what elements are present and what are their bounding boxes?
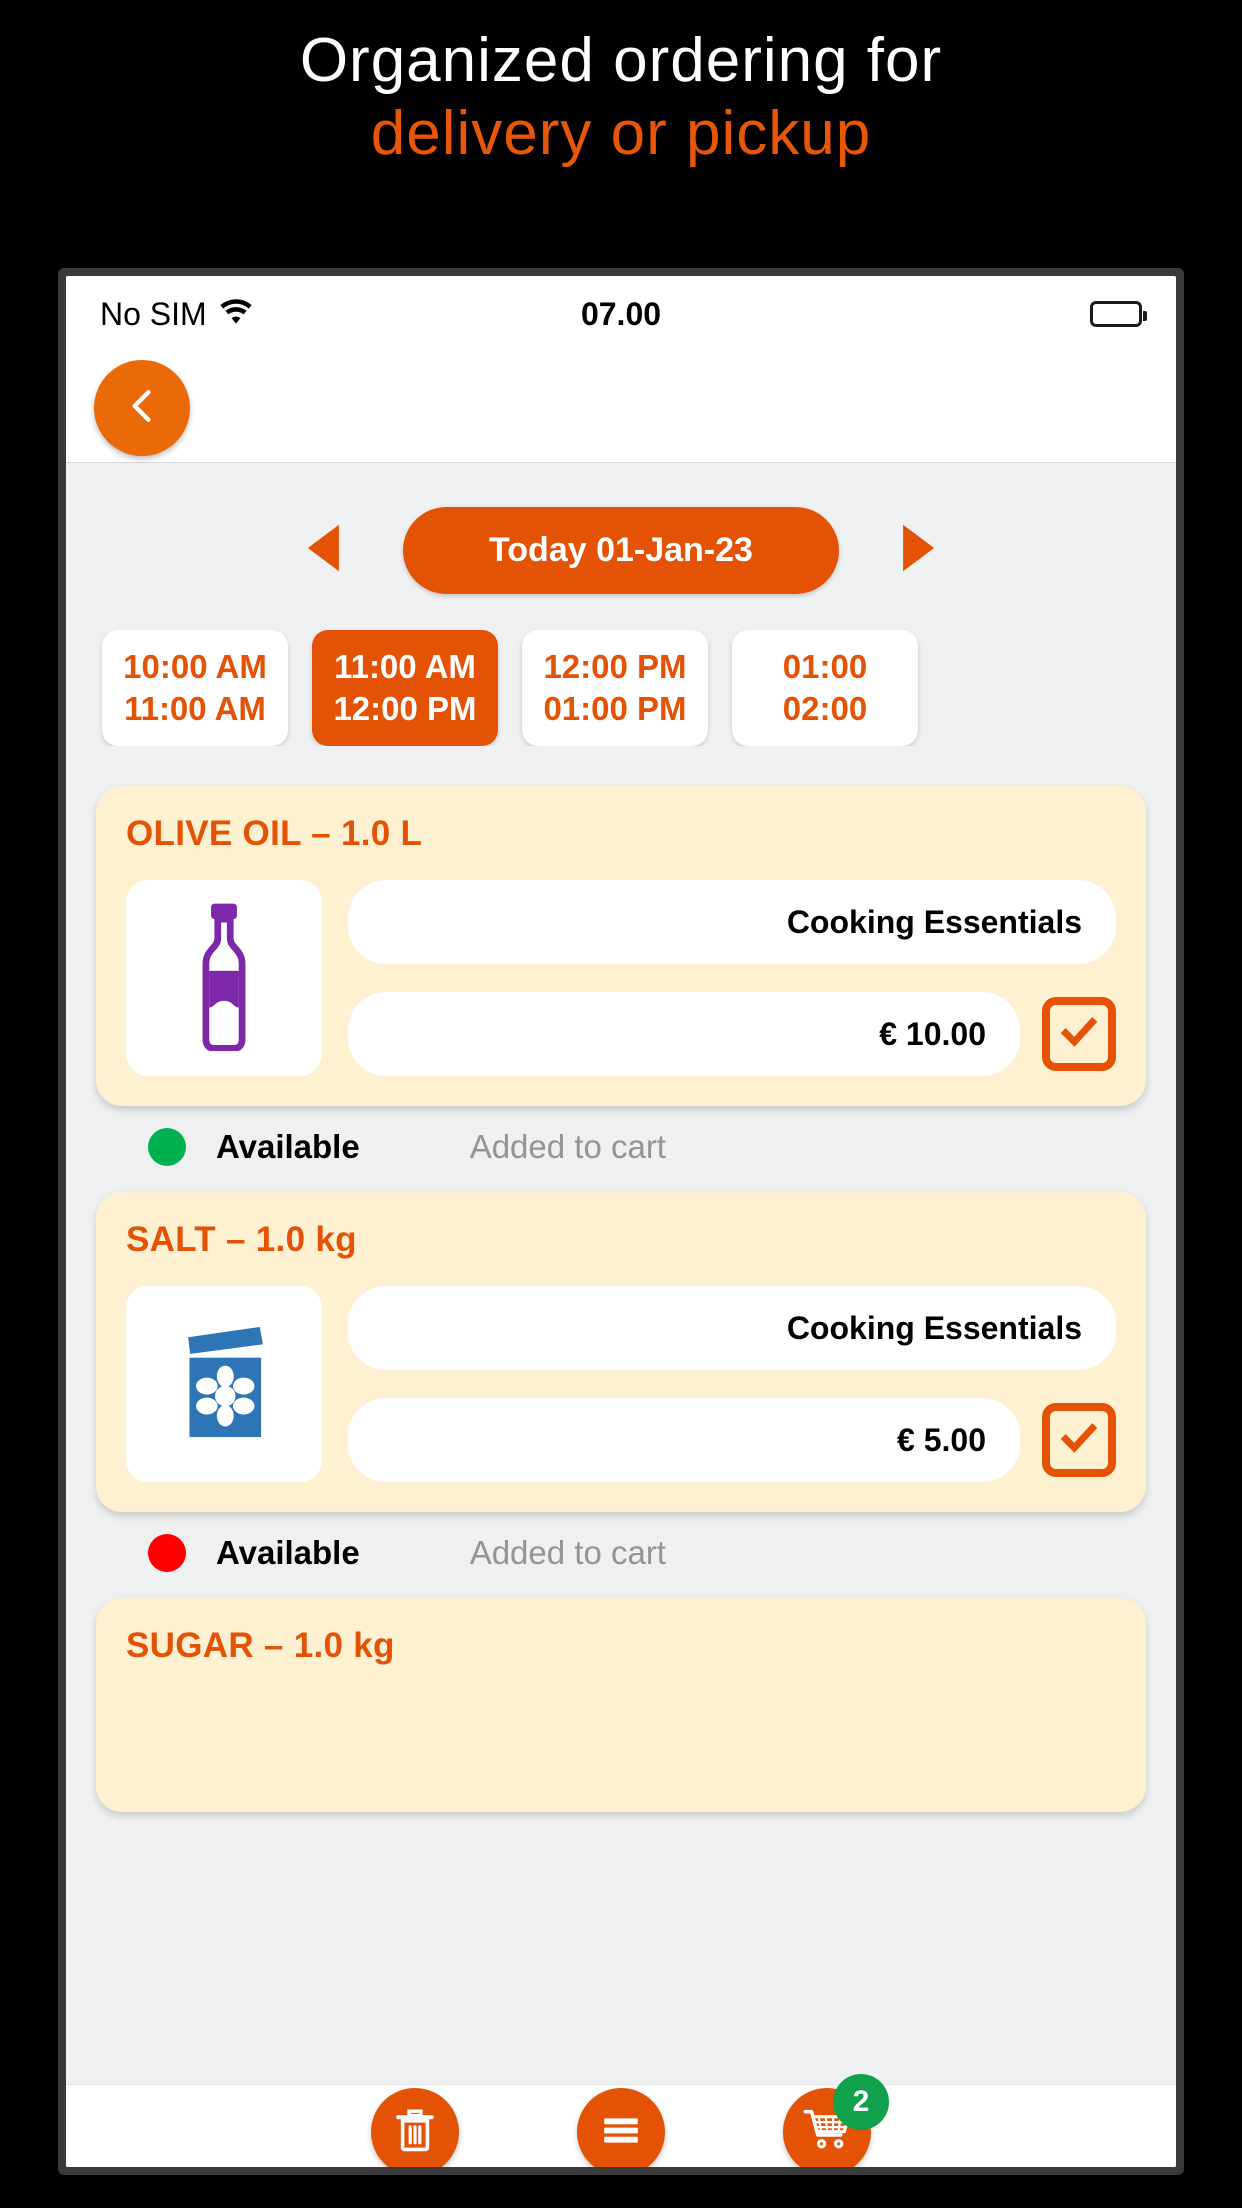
bottle-icon bbox=[172, 901, 276, 1056]
product-title: SALT – 1.0 kg bbox=[126, 1220, 357, 1260]
wifi-icon bbox=[219, 298, 253, 330]
product-price-row: € 5.00 bbox=[348, 1398, 1116, 1483]
product-status-row: Available Added to cart bbox=[96, 1512, 1146, 1598]
delete-button[interactable] bbox=[371, 2088, 459, 2167]
product-select-checkbox[interactable] bbox=[1042, 1403, 1116, 1478]
date-navigation: Today 01-Jan-23 bbox=[66, 463, 1176, 594]
checkmark-icon bbox=[1056, 1009, 1102, 1060]
bottom-navigation-bar: 2 bbox=[66, 2074, 1176, 2167]
availability-indicator-dot bbox=[148, 1128, 186, 1167]
current-date-button[interactable]: Today 01-Jan-23 bbox=[403, 507, 839, 594]
slot-end-time: 02:00 bbox=[782, 690, 868, 728]
battery-icon bbox=[1090, 301, 1147, 327]
product-card-body: Cooking Essentials € 10.00 bbox=[126, 880, 1116, 1077]
slot-start-time: 12:00 PM bbox=[543, 648, 687, 685]
chevron-left-icon bbox=[120, 384, 164, 433]
time-slot-chip[interactable]: 12:00 PM 01:00 PM bbox=[522, 630, 708, 747]
product-category-field[interactable]: Cooking Essentials bbox=[348, 880, 1116, 965]
status-bar: No SIM 07.00 bbox=[66, 276, 1176, 352]
product-card-body: Cooking Essentials € 5.00 bbox=[126, 1286, 1116, 1483]
product-select-checkbox[interactable] bbox=[1042, 997, 1116, 1072]
time-slot-chip[interactable]: 10:00 AM 11:00 AM bbox=[102, 630, 288, 747]
product-fields: Cooking Essentials € 10.00 bbox=[348, 880, 1116, 1077]
slot-end-time: 12:00 PM bbox=[333, 690, 477, 728]
time-slot-chip[interactable]: 01:00 02:00 bbox=[732, 630, 918, 747]
product-fields: Cooking Essentials € 5.00 bbox=[348, 1286, 1116, 1483]
status-bar-left: No SIM bbox=[100, 296, 253, 333]
checkmark-icon bbox=[1056, 1415, 1102, 1466]
availability-label: Available bbox=[216, 1128, 360, 1166]
next-day-arrow-icon[interactable] bbox=[885, 517, 947, 584]
phone-screen: No SIM 07.00 Today 01-Jan-23 10:00 AM 11… bbox=[66, 276, 1176, 2167]
product-category-field[interactable]: Cooking Essentials bbox=[348, 1286, 1116, 1371]
product-title: SUGAR – 1.0 kg bbox=[126, 1626, 395, 1666]
availability-label: Available bbox=[216, 1534, 360, 1572]
product-price-field[interactable]: € 10.00 bbox=[348, 992, 1020, 1077]
product-price-field[interactable]: € 5.00 bbox=[348, 1398, 1020, 1483]
slot-start-time: 01:00 bbox=[782, 648, 868, 685]
hamburger-menu-icon bbox=[597, 2106, 645, 2159]
cart-count-badge: 2 bbox=[833, 2074, 889, 2130]
promo-headline-line1: Organized ordering for bbox=[299, 26, 943, 95]
time-slot-chip-selected[interactable]: 11:00 AM 12:00 PM bbox=[312, 630, 498, 747]
product-thumbnail bbox=[126, 1286, 322, 1483]
product-card[interactable]: SUGAR – 1.0 kg bbox=[96, 1598, 1146, 1813]
product-thumbnail bbox=[126, 880, 322, 1077]
trash-icon bbox=[391, 2106, 439, 2159]
slot-start-time: 11:00 AM bbox=[334, 648, 476, 685]
promo-headline-line2: delivery or pickup bbox=[370, 98, 872, 168]
main-content: Today 01-Jan-23 10:00 AM 11:00 AM 11:00 … bbox=[66, 463, 1176, 2167]
carrier-label: No SIM bbox=[100, 295, 207, 332]
slot-start-time: 10:00 AM bbox=[123, 648, 267, 685]
product-status-row: Available Added to cart bbox=[96, 1106, 1146, 1192]
status-bar-right bbox=[1090, 301, 1147, 327]
back-button[interactable] bbox=[94, 360, 190, 456]
cart-status-label: Added to cart bbox=[469, 1128, 666, 1166]
product-price-row: € 10.00 bbox=[348, 992, 1116, 1077]
cart-button[interactable]: 2 bbox=[783, 2074, 889, 2167]
app-header bbox=[66, 352, 1176, 463]
time-slot-list[interactable]: 10:00 AM 11:00 AM 11:00 AM 12:00 PM 12:0… bbox=[66, 594, 1176, 747]
slot-end-time: 01:00 PM bbox=[543, 690, 687, 728]
phone-frame: No SIM 07.00 Today 01-Jan-23 10:00 AM 11… bbox=[58, 268, 1184, 2175]
menu-button[interactable] bbox=[577, 2088, 665, 2167]
salt-box-icon bbox=[165, 1318, 283, 1451]
product-card[interactable]: SALT – 1.0 kg Cooking Essentials € 5.00 bbox=[96, 1192, 1146, 1513]
product-card[interactable]: OLIVE OIL – 1.0 L Cooking Essentials € 1… bbox=[96, 786, 1146, 1107]
promo-banner: Organized ordering for delivery or picku… bbox=[0, 0, 1242, 268]
cart-status-label: Added to cart bbox=[469, 1534, 666, 1572]
slot-end-time: 11:00 AM bbox=[124, 690, 266, 728]
product-list: OLIVE OIL – 1.0 L Cooking Essentials € 1… bbox=[66, 746, 1176, 1813]
prev-day-arrow-icon[interactable] bbox=[295, 517, 357, 584]
availability-indicator-dot bbox=[148, 1534, 186, 1573]
product-title: OLIVE OIL – 1.0 L bbox=[126, 814, 423, 854]
